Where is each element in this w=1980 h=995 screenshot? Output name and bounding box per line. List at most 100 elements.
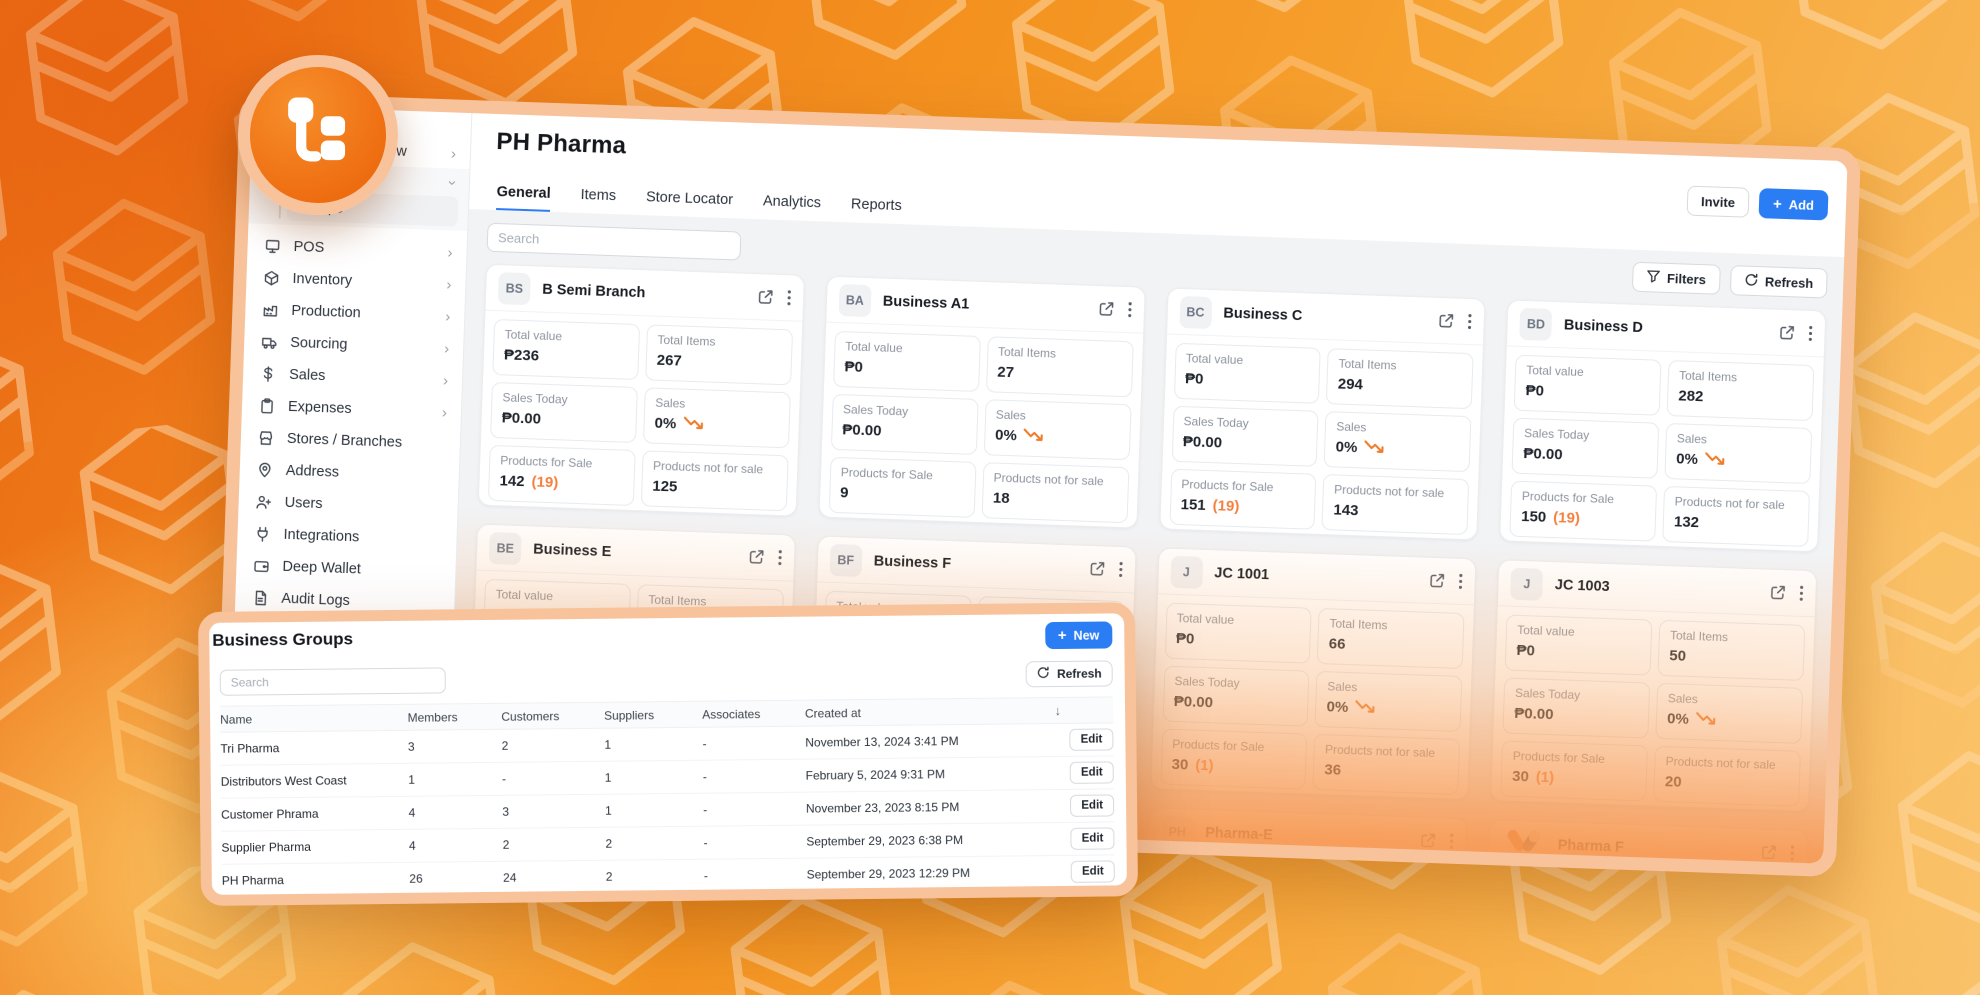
column-header-customers[interactable]: Customers [501,708,604,723]
open-external-icon[interactable] [748,548,766,566]
column-header-created-at[interactable]: Created at [805,704,1037,720]
groups-table-body: Tri Pharma 3 2 1 - November 13, 2024 3:4… [220,723,1115,897]
search-input[interactable] [487,222,742,260]
trend-down-icon [1705,451,1726,469]
stat-tile-products-not-for-sale: Products not for sale 20 [1653,746,1801,807]
card-actions [1420,832,1455,850]
groups-search-input[interactable] [220,667,446,695]
stat-label: Products for Sale [1513,749,1637,767]
open-external-icon[interactable] [1778,324,1796,342]
open-external-icon[interactable] [1769,584,1787,602]
tab-reports[interactable]: Reports [850,196,902,225]
invite-button[interactable]: Invite [1687,186,1750,218]
stat-tile-products-not-for-sale: Products not for sale 18 [981,462,1129,523]
stat-value: 282 [1678,387,1802,408]
stat-label: Total Items [1329,616,1453,634]
stores-icon [257,429,275,447]
business-name: JC 1003 [1555,577,1610,595]
cell-created-at: November 13, 2024 3:41 PM [805,733,1037,749]
tab-analytics[interactable]: Analytics [762,193,821,222]
stat-value: ₱0.00 [1523,445,1647,466]
kebab-menu-icon[interactable] [778,549,783,566]
kebab-menu-icon[interactable] [1127,301,1132,318]
stat-label: Total Items [657,333,781,351]
column-header-suppliers[interactable]: Suppliers [604,707,702,722]
stat-value: 0% [654,415,778,436]
edit-button[interactable]: Edit [1071,860,1115,882]
cell-suppliers: 1 [605,770,703,785]
tab-items[interactable]: Items [580,187,616,215]
stat-value: 132 [1674,513,1798,534]
business-name: Pharma F [1557,837,1624,855]
stat-label: Total value [1176,611,1300,629]
stat-label: Sales Today [502,390,626,408]
stat-tile-products-for-sale: Products for Sale 30 (1) [1160,729,1308,790]
sidebar-item-label: Users [284,495,322,512]
stat-label: Sales [1327,679,1451,697]
logo-caption: COMPANY [1508,854,1538,860]
edit-button[interactable]: Edit [1070,761,1114,783]
stat-label: Products not for sale [993,471,1117,489]
kebab-menu-icon[interactable] [1450,833,1455,850]
column-header-name[interactable]: Name [220,710,408,726]
chevron-right-icon: › [451,146,457,161]
cell-created-at: November 23, 2023 8:15 PM [806,799,1038,815]
cell-created-at: February 5, 2024 9:31 PM [806,766,1038,782]
filters-button[interactable]: Filters [1631,262,1720,295]
tab-general[interactable]: General [496,184,551,213]
stat-value: ₱0.00 [842,421,966,442]
stat-value: 18 [993,490,1117,511]
cell-customers: 2 [502,738,605,753]
kebab-menu-icon[interactable] [1808,325,1813,342]
stat-value: ₱0.00 [501,409,625,430]
stat-label: Products not for sale [1674,494,1798,512]
stat-tile-total-value: Total value ₱0 [1164,603,1312,664]
stat-label: Products for Sale [500,453,624,471]
sales-icon [259,365,277,383]
sidebar-nav: POS › Inventory › Production › Sourcing … [235,223,467,620]
stat-tile-sales: Sales 0% [1664,423,1812,484]
chevron-right-icon: › [445,309,451,324]
stat-tile-total-items: Total Items 267 [645,324,793,385]
column-header-associates[interactable]: Associates [702,706,805,721]
business-card-b-semi-branch: BS B Semi Branch Total value ₱236 Total … [478,264,805,517]
open-external-icon[interactable] [1088,560,1106,578]
stat-extra: (19) [1212,497,1239,515]
add-button[interactable]: + Add [1758,188,1828,220]
inventory-icon [262,269,280,287]
edit-button[interactable]: Edit [1071,827,1115,849]
kebab-menu-icon[interactable] [1799,585,1804,602]
card-stats: Total value ₱0 Total Items 282 Sales Tod… [1500,346,1823,552]
sort-descending-icon[interactable]: ↓ [1055,703,1062,718]
open-external-icon[interactable] [1420,832,1438,850]
open-external-icon[interactable] [1097,300,1115,318]
open-external-icon[interactable] [1760,844,1778,862]
groups-refresh-button[interactable]: Refresh [1026,660,1113,687]
cell-name: Distributors West Coast [221,773,409,789]
new-group-button[interactable]: + New [1045,621,1113,649]
sourcing-icon [260,333,278,351]
kebab-menu-icon[interactable] [1468,313,1473,330]
kebab-menu-icon[interactable] [787,289,792,306]
edit-button[interactable]: Edit [1070,794,1114,816]
card-actions [1438,312,1473,330]
kebab-menu-icon[interactable] [1790,845,1795,862]
stat-value: 50 [1669,647,1793,668]
trend-down-icon [1364,439,1385,457]
edit-button[interactable]: Edit [1070,728,1114,750]
stat-label: Sales [655,396,779,414]
stat-value: 143 [1333,501,1457,522]
chevron-right-icon: › [444,341,450,356]
open-external-icon[interactable] [1429,572,1447,590]
kebab-menu-icon[interactable] [1459,573,1464,590]
stat-value: 294 [1338,375,1462,396]
kebab-menu-icon[interactable] [1118,561,1123,578]
open-external-icon[interactable] [1438,312,1456,330]
cell-name: PH Pharma [222,872,410,888]
refresh-button[interactable]: Refresh [1729,265,1827,298]
open-external-icon[interactable] [757,288,775,306]
business-initials-chip: J [1170,555,1203,588]
sidebar-item-label: Stores / Branches [287,431,403,451]
cell-suppliers: 2 [606,869,704,884]
column-header-members[interactable]: Members [408,709,502,724]
